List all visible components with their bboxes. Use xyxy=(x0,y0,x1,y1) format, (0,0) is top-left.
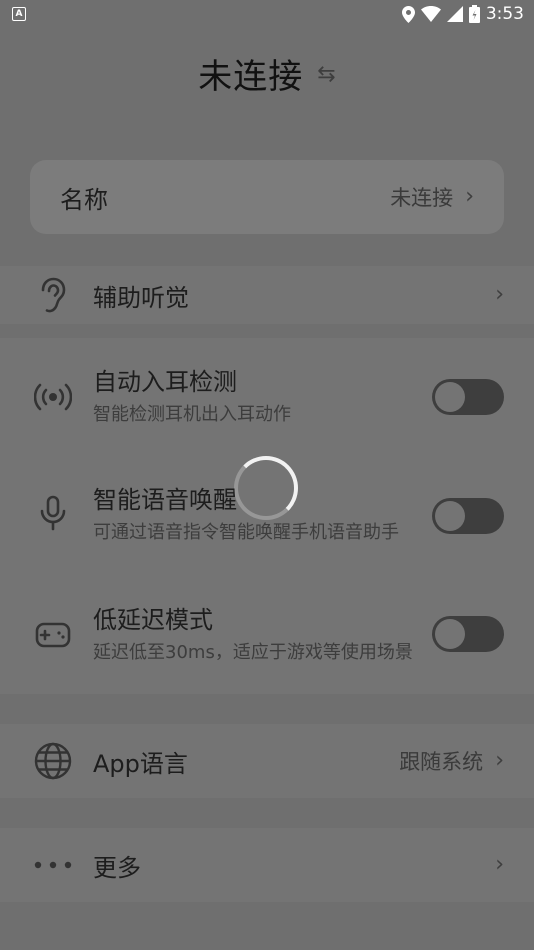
more-section: 更多 › xyxy=(0,828,534,902)
microphone-icon xyxy=(34,494,72,532)
wave-sensor-icon xyxy=(34,378,72,416)
low-latency-row: 低延迟模式 延迟低至30ms，适应于游戏等使用场景 xyxy=(0,576,534,694)
battery-icon xyxy=(468,5,480,23)
switch-device-icon[interactable]: ⇆ xyxy=(317,64,335,86)
auto-ear-detect-toggle[interactable] xyxy=(432,379,504,415)
low-latency-toggle[interactable] xyxy=(432,616,504,652)
toggle-knob xyxy=(435,501,465,531)
hearing-assist-label: 辅助听觉 xyxy=(93,284,189,312)
toggle-knob xyxy=(435,382,465,412)
location-icon xyxy=(401,5,415,23)
more-row[interactable]: 更多 › xyxy=(0,828,534,902)
page-title: 未连接 xyxy=(198,56,304,97)
signal-icon xyxy=(446,6,463,22)
loading-spinner xyxy=(234,456,298,520)
device-name-value: 未连接 xyxy=(390,186,454,210)
auto-ear-detect-title: 自动入耳检测 xyxy=(93,368,237,396)
app-language-row[interactable]: App语言 跟随系统 › xyxy=(0,724,534,798)
app-language-value: 跟随系统 xyxy=(399,750,484,774)
header: 未连接 ⇆ xyxy=(0,48,534,98)
hearing-assist-row[interactable]: 辅助听觉 › xyxy=(0,266,534,324)
clock: 3:53 xyxy=(485,4,524,24)
screen: A 3:53 未连接 ⇆ 名称 未连接 › 辅助听觉 › 自动入耳检测 智能检测… xyxy=(0,0,534,950)
toggle-knob xyxy=(435,619,465,649)
ear-icon xyxy=(34,276,72,314)
voice-wake-toggle[interactable] xyxy=(432,498,504,534)
app-notification-icon: A xyxy=(12,7,26,21)
status-bar: A 3:53 xyxy=(0,0,534,28)
device-name-card[interactable]: 名称 未连接 › xyxy=(30,160,504,234)
language-section: App语言 跟随系统 › xyxy=(0,724,534,798)
more-label: 更多 xyxy=(93,854,141,882)
low-latency-subtitle: 延迟低至30ms，适应于游戏等使用场景 xyxy=(93,642,413,663)
app-language-label: App语言 xyxy=(93,750,188,778)
chevron-right-icon: › xyxy=(495,748,504,773)
chevron-right-icon: › xyxy=(495,852,504,877)
voice-wake-subtitle: 可通过语音指令智能唤醒手机语音助手 xyxy=(93,522,399,543)
device-name-label: 名称 xyxy=(60,185,108,214)
globe-icon xyxy=(34,742,72,780)
chevron-right-icon: › xyxy=(495,282,504,307)
low-latency-title: 低延迟模式 xyxy=(93,606,213,634)
hearing-section: 辅助听觉 › xyxy=(0,266,534,324)
auto-ear-detect-subtitle: 智能检测耳机出入耳动作 xyxy=(93,404,291,425)
auto-ear-detect-row: 自动入耳检测 智能检测耳机出入耳动作 xyxy=(0,338,534,456)
wifi-icon xyxy=(420,6,441,22)
chevron-right-icon: › xyxy=(465,184,474,209)
more-dots-icon xyxy=(34,846,72,884)
gamepad-icon xyxy=(34,616,72,654)
